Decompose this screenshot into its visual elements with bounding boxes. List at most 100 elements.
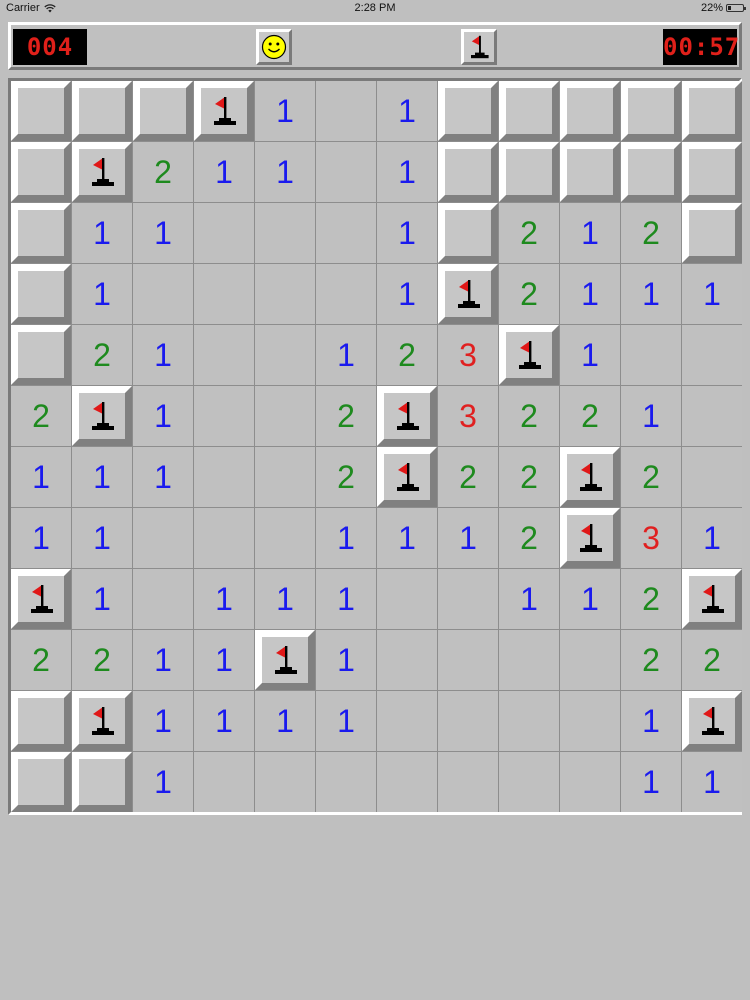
number-cell[interactable]: 1 bbox=[560, 569, 620, 629]
number-cell[interactable]: 1 bbox=[72, 264, 132, 324]
empty-cell[interactable] bbox=[438, 691, 498, 751]
empty-cell[interactable] bbox=[194, 325, 254, 385]
new-game-button[interactable] bbox=[256, 29, 292, 65]
empty-cell[interactable] bbox=[316, 203, 376, 263]
number-cell[interactable]: 2 bbox=[560, 386, 620, 446]
empty-cell[interactable] bbox=[133, 508, 193, 568]
empty-cell[interactable] bbox=[682, 447, 742, 507]
empty-cell[interactable] bbox=[499, 630, 559, 690]
empty-cell[interactable] bbox=[377, 630, 437, 690]
empty-cell[interactable] bbox=[255, 203, 315, 263]
flagged-cell[interactable] bbox=[438, 264, 498, 324]
covered-cell[interactable] bbox=[11, 752, 71, 812]
covered-cell[interactable] bbox=[11, 325, 71, 385]
number-cell[interactable]: 1 bbox=[621, 264, 681, 324]
number-cell[interactable]: 1 bbox=[72, 203, 132, 263]
empty-cell[interactable] bbox=[194, 264, 254, 324]
number-cell[interactable]: 1 bbox=[133, 691, 193, 751]
empty-cell[interactable] bbox=[316, 264, 376, 324]
number-cell[interactable]: 1 bbox=[72, 447, 132, 507]
empty-cell[interactable] bbox=[316, 81, 376, 141]
number-cell[interactable]: 1 bbox=[621, 691, 681, 751]
covered-cell[interactable] bbox=[560, 81, 620, 141]
flagged-cell[interactable] bbox=[194, 81, 254, 141]
empty-cell[interactable] bbox=[194, 203, 254, 263]
number-cell[interactable]: 1 bbox=[682, 752, 742, 812]
empty-cell[interactable] bbox=[377, 691, 437, 751]
flagged-cell[interactable] bbox=[72, 386, 132, 446]
number-cell[interactable]: 1 bbox=[316, 508, 376, 568]
number-cell[interactable]: 1 bbox=[560, 264, 620, 324]
empty-cell[interactable] bbox=[255, 447, 315, 507]
flagged-cell[interactable] bbox=[377, 447, 437, 507]
number-cell[interactable]: 2 bbox=[499, 264, 559, 324]
covered-cell[interactable] bbox=[11, 203, 71, 263]
number-cell[interactable]: 2 bbox=[621, 630, 681, 690]
number-cell[interactable]: 1 bbox=[316, 630, 376, 690]
empty-cell[interactable] bbox=[194, 508, 254, 568]
number-cell[interactable]: 1 bbox=[560, 203, 620, 263]
covered-cell[interactable] bbox=[682, 81, 742, 141]
empty-cell[interactable] bbox=[194, 447, 254, 507]
number-cell[interactable]: 1 bbox=[133, 386, 193, 446]
covered-cell[interactable] bbox=[499, 142, 559, 202]
empty-cell[interactable] bbox=[438, 630, 498, 690]
number-cell[interactable]: 1 bbox=[560, 325, 620, 385]
number-cell[interactable]: 1 bbox=[133, 447, 193, 507]
number-cell[interactable]: 1 bbox=[316, 691, 376, 751]
covered-cell[interactable] bbox=[11, 691, 71, 751]
flagged-cell[interactable] bbox=[11, 569, 71, 629]
number-cell[interactable]: 1 bbox=[133, 752, 193, 812]
covered-cell[interactable] bbox=[438, 142, 498, 202]
number-cell[interactable]: 1 bbox=[316, 569, 376, 629]
number-cell[interactable]: 3 bbox=[621, 508, 681, 568]
covered-cell[interactable] bbox=[72, 81, 132, 141]
covered-cell[interactable] bbox=[11, 81, 71, 141]
covered-cell[interactable] bbox=[560, 142, 620, 202]
flag-mode-button[interactable] bbox=[461, 29, 497, 65]
number-cell[interactable]: 1 bbox=[621, 752, 681, 812]
empty-cell[interactable] bbox=[255, 386, 315, 446]
covered-cell[interactable] bbox=[438, 203, 498, 263]
number-cell[interactable]: 1 bbox=[72, 508, 132, 568]
covered-cell[interactable] bbox=[682, 142, 742, 202]
empty-cell[interactable] bbox=[255, 508, 315, 568]
number-cell[interactable]: 1 bbox=[11, 447, 71, 507]
covered-cell[interactable] bbox=[11, 264, 71, 324]
number-cell[interactable]: 1 bbox=[621, 386, 681, 446]
number-cell[interactable]: 2 bbox=[316, 447, 376, 507]
number-cell[interactable]: 1 bbox=[194, 630, 254, 690]
empty-cell[interactable] bbox=[499, 752, 559, 812]
empty-cell[interactable] bbox=[133, 569, 193, 629]
number-cell[interactable]: 2 bbox=[499, 508, 559, 568]
number-cell[interactable]: 2 bbox=[316, 386, 376, 446]
flagged-cell[interactable] bbox=[377, 386, 437, 446]
number-cell[interactable]: 1 bbox=[133, 325, 193, 385]
number-cell[interactable]: 1 bbox=[72, 569, 132, 629]
empty-cell[interactable] bbox=[438, 569, 498, 629]
covered-cell[interactable] bbox=[438, 81, 498, 141]
empty-cell[interactable] bbox=[499, 691, 559, 751]
number-cell[interactable]: 3 bbox=[438, 325, 498, 385]
covered-cell[interactable] bbox=[621, 142, 681, 202]
empty-cell[interactable] bbox=[316, 142, 376, 202]
empty-cell[interactable] bbox=[682, 386, 742, 446]
flagged-cell[interactable] bbox=[560, 447, 620, 507]
empty-cell[interactable] bbox=[682, 325, 742, 385]
number-cell[interactable]: 1 bbox=[377, 203, 437, 263]
number-cell[interactable]: 1 bbox=[377, 142, 437, 202]
covered-cell[interactable] bbox=[499, 81, 559, 141]
empty-cell[interactable] bbox=[316, 752, 376, 812]
number-cell[interactable]: 2 bbox=[621, 569, 681, 629]
flagged-cell[interactable] bbox=[499, 325, 559, 385]
number-cell[interactable]: 2 bbox=[438, 447, 498, 507]
number-cell[interactable]: 2 bbox=[621, 203, 681, 263]
covered-cell[interactable] bbox=[11, 142, 71, 202]
number-cell[interactable]: 2 bbox=[682, 630, 742, 690]
flagged-cell[interactable] bbox=[72, 691, 132, 751]
number-cell[interactable]: 1 bbox=[133, 630, 193, 690]
number-cell[interactable]: 1 bbox=[194, 569, 254, 629]
number-cell[interactable]: 2 bbox=[621, 447, 681, 507]
empty-cell[interactable] bbox=[377, 752, 437, 812]
empty-cell[interactable] bbox=[621, 325, 681, 385]
